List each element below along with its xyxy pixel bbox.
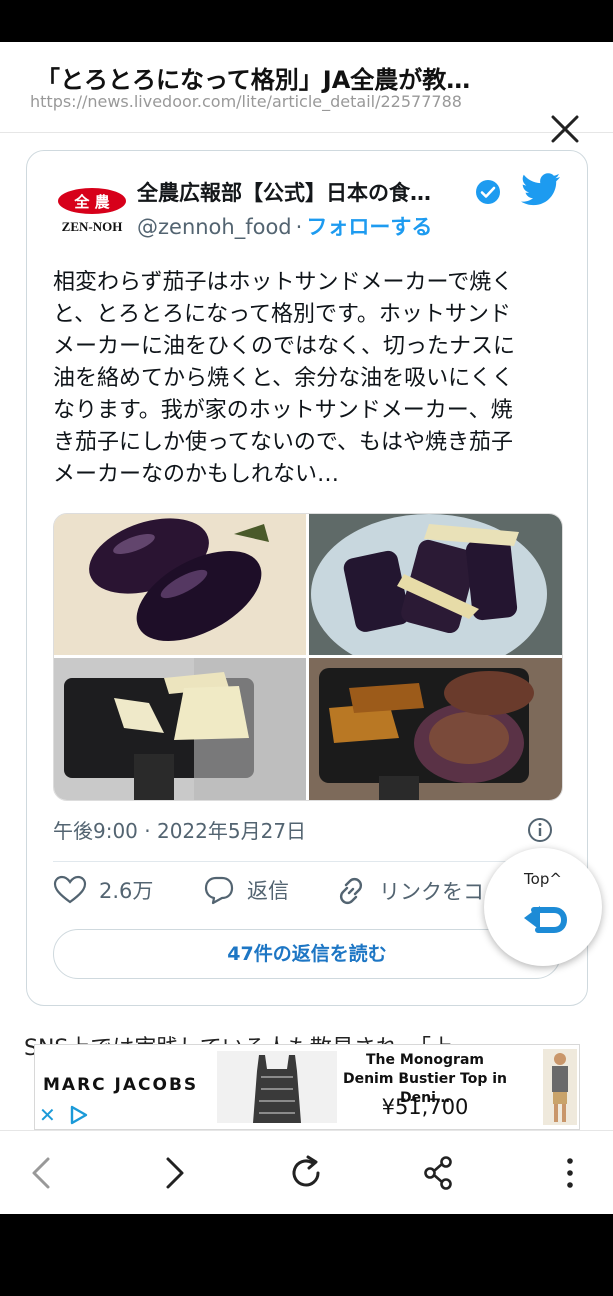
ad-price: ¥51,700 — [381, 1095, 469, 1119]
copy-link-button[interactable]: リンクをコ — [335, 875, 484, 907]
page-url: https://news.livedoor.com/lite/article_d… — [30, 92, 462, 111]
logo-text-bottom: ZEN-NOH — [62, 219, 123, 234]
heart-icon — [53, 875, 87, 904]
separator: · — [295, 215, 303, 239]
twitter-bird-icon[interactable] — [521, 173, 561, 207]
ad-close-icon[interactable]: ✕ — [39, 1103, 56, 1127]
close-icon[interactable] — [548, 112, 582, 146]
tweet-handle-row: @zennoh_food · フォローする — [137, 211, 432, 241]
status-bar — [0, 0, 613, 42]
ad-model-image[interactable] — [543, 1049, 577, 1125]
link-label: リンクをコ — [379, 880, 484, 904]
system-nav-bar — [0, 1214, 613, 1296]
photo-raw-in-pan[interactable] — [54, 658, 306, 800]
top-label: Top^ — [524, 870, 562, 888]
ad-brand: MARC JACOBS — [43, 1075, 199, 1095]
reload-icon[interactable] — [286, 1153, 326, 1193]
tweet-text: 相変わらず茄子はホットサンドメーカーで焼く と、とろとろになって格別です。ホット… — [53, 270, 516, 487]
logo-text-top: 全 農 — [73, 193, 109, 211]
tweet-photo-grid[interactable] — [53, 513, 563, 801]
photo-grilled-eggplant[interactable] — [309, 658, 562, 800]
forward-icon[interactable] — [154, 1153, 194, 1193]
more-icon[interactable] — [550, 1153, 590, 1193]
page-title: 「とろとろになって格別」JA全農が教… — [36, 66, 471, 94]
like-button[interactable]: 2.6万 — [53, 875, 153, 905]
follow-link[interactable]: フォローする — [306, 215, 432, 239]
read-replies-button[interactable]: 47件の返信を読む — [53, 929, 561, 979]
link-icon — [339, 877, 363, 905]
divider — [53, 861, 561, 862]
tweet-author[interactable]: 全農広報部【公式】日本の食… — [137, 177, 477, 207]
back-icon[interactable] — [22, 1153, 62, 1193]
reply-bubble-icon — [204, 876, 234, 905]
ad-choices-icon[interactable] — [69, 1105, 89, 1125]
photo-eggplants-board[interactable] — [54, 514, 306, 655]
photo-sliced-in-bowl[interactable] — [309, 514, 562, 655]
reply-label: 返信 — [247, 879, 289, 903]
ad-product-image[interactable] — [217, 1051, 337, 1123]
verified-icon — [476, 180, 500, 204]
return-arrow-icon — [524, 906, 568, 933]
reply-button[interactable]: 返信 — [203, 875, 289, 905]
tweet-handle[interactable]: @zennoh_food — [137, 215, 292, 239]
share-icon[interactable] — [418, 1153, 458, 1193]
tweet-timestamp[interactable]: 午後9:00 · 2022年5月27日 — [53, 815, 306, 844]
like-count: 2.6万 — [99, 879, 154, 903]
browser-nav-bar — [0, 1130, 613, 1215]
ad-banner[interactable]: MARC JACOBS ✕ The Monogram Denim Bustier… — [34, 1044, 580, 1130]
info-icon[interactable] — [527, 817, 553, 843]
zennoh-logo[interactable]: 全 農 ZEN-NOH — [57, 187, 127, 235]
page-header: 「とろとろになって格別」JA全農が教… https://news.livedoo… — [0, 42, 613, 143]
back-to-top-button[interactable]: Top^ — [484, 848, 602, 966]
